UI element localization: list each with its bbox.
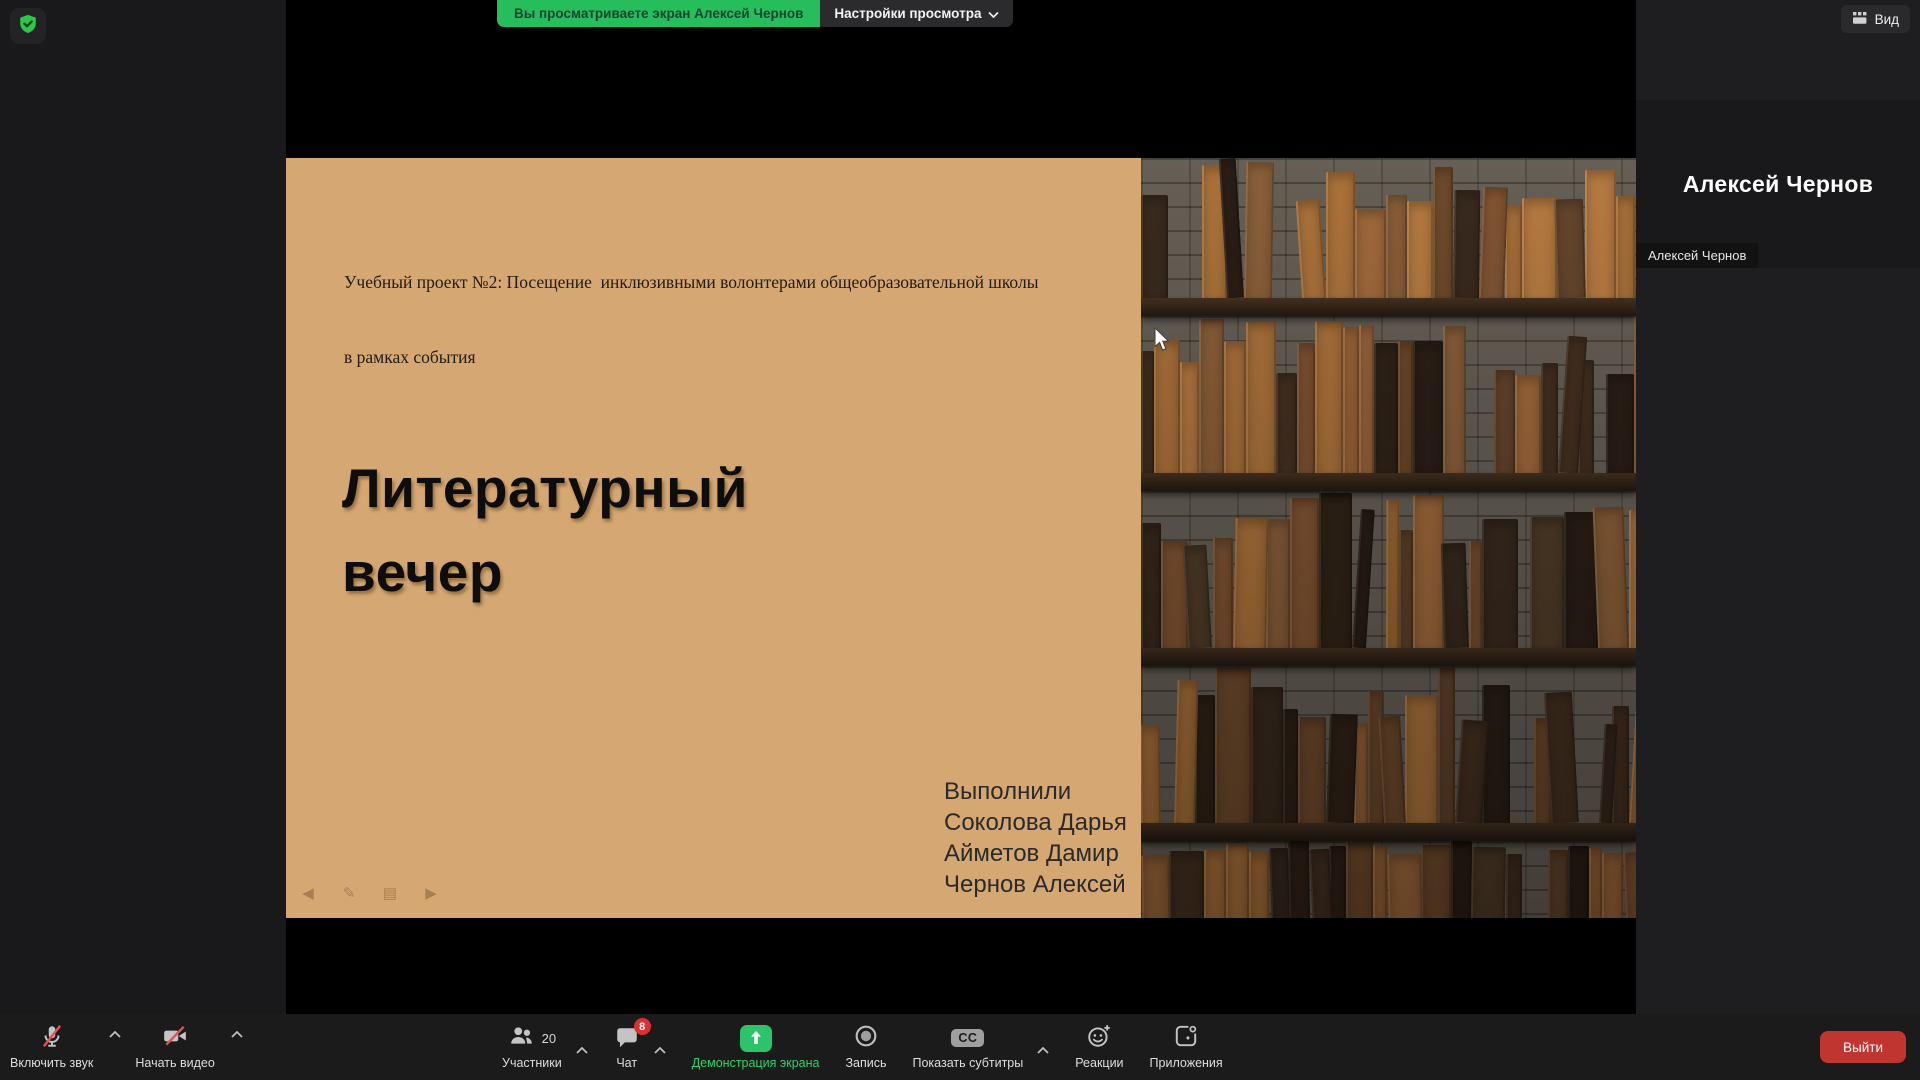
slide-subtitle-line1: Учебный проект №2: Посещение инклюзивным…: [344, 270, 1144, 295]
leave-meeting-button[interactable]: Выйти: [1820, 1031, 1906, 1063]
chat-label: Чат: [616, 1056, 637, 1070]
shared-screen-area: Учебный проект №2: Посещение инклюзивным…: [286, 0, 1636, 1014]
slide-subtitle-line2: в рамках события: [344, 345, 1144, 370]
participants-count: 20: [542, 1031, 556, 1046]
prev-slide-icon: ◀: [298, 884, 318, 902]
start-video-label: Начать видео: [135, 1056, 214, 1070]
participants-video-panel: Алексей Чернов Алексей Чернов: [1636, 0, 1920, 1014]
participant-video-tile[interactable]: Алексей Чернов Алексей Чернов: [1636, 100, 1920, 268]
share-screen-button[interactable]: Демонстрация экрана: [692, 1021, 820, 1070]
presentation-slide: Учебный проект №2: Посещение инклюзивным…: [286, 158, 1636, 918]
viewing-status: Вы просматриваете экран Алексей Чернов: [497, 0, 820, 27]
apps-icon: [1173, 1023, 1199, 1054]
zoom-meeting-window: Учебный проект №2: Посещение инклюзивным…: [0, 0, 1920, 1080]
view-options-label: Настройки просмотра: [834, 6, 981, 21]
credits-heading: Выполнили: [944, 776, 1127, 807]
credits-name-2: Айметов Дамир: [944, 838, 1127, 869]
slide-title-line2: вечер: [342, 530, 748, 614]
left-gutter: [0, 0, 286, 1014]
meeting-toolbar: Включить звук: [0, 1014, 1920, 1080]
reactions-button[interactable]: Реакции: [1075, 1021, 1123, 1070]
credits-name-1: Соколова Дарья: [944, 807, 1127, 838]
slide-credits: Выполнили Соколова Дарья Айметов Дамир Ч…: [944, 776, 1127, 900]
slide-title-line1: Литературный: [342, 446, 748, 530]
slide-subtitle: Учебный проект №2: Посещение инклюзивным…: [344, 220, 1144, 420]
reactions-label: Реакции: [1075, 1056, 1123, 1070]
participants-options-caret[interactable]: [576, 1031, 588, 1070]
unmute-button[interactable]: Включить звук: [10, 1021, 93, 1070]
chat-button[interactable]: 8 Чат: [614, 1021, 640, 1070]
apps-button[interactable]: Приложения: [1150, 1021, 1223, 1070]
chat-unread-badge: 8: [634, 1018, 651, 1035]
record-label: Запись: [845, 1056, 886, 1070]
microphone-muted-icon: [39, 1023, 65, 1054]
audio-options-caret[interactable]: [109, 1031, 121, 1038]
chat-icon: 8: [614, 1025, 640, 1051]
screen-share-banner: Вы просматриваете экран Алексей Чернов Н…: [497, 0, 1013, 27]
view-button[interactable]: Вид: [1841, 5, 1910, 33]
chat-options-caret[interactable]: [654, 1031, 666, 1070]
view-button-label: Вид: [1875, 12, 1899, 27]
record-icon: [853, 1023, 879, 1054]
captions-label: Показать субтитры: [912, 1056, 1023, 1070]
captions-button[interactable]: CC Показать субтитры: [912, 1021, 1023, 1070]
view-options-dropdown[interactable]: Настройки просмотра: [820, 0, 1013, 27]
video-options-caret[interactable]: [231, 1031, 243, 1038]
participants-button[interactable]: 20 Участники: [502, 1021, 562, 1070]
captions-options-caret[interactable]: [1037, 1031, 1049, 1070]
shield-check-icon: [17, 13, 39, 40]
reactions-smiley-icon: [1086, 1023, 1112, 1054]
camera-off-icon: [161, 1023, 189, 1054]
start-video-button[interactable]: Начать видео: [135, 1021, 214, 1070]
chevron-down-icon: [988, 6, 999, 21]
share-screen-icon: [740, 1025, 772, 1052]
participants-label: Участники: [502, 1056, 562, 1070]
participant-display-name: Алексей Чернов: [1683, 171, 1873, 198]
credits-name-3: Чернов Алексей: [944, 869, 1127, 900]
apps-label: Приложения: [1150, 1056, 1223, 1070]
record-button[interactable]: Запись: [845, 1021, 886, 1070]
notes-icon: ▤: [380, 884, 400, 902]
slide-text-panel: Учебный проект №2: Посещение инклюзивным…: [286, 158, 1141, 918]
captions-cc-icon: CC: [951, 1029, 984, 1047]
security-shield-button[interactable]: [10, 8, 46, 44]
unmute-label: Включить звук: [10, 1056, 93, 1070]
participants-icon: [508, 1023, 535, 1054]
participant-name-tag: Алексей Чернов: [1636, 243, 1758, 268]
pen-tool-icon: ✎: [339, 884, 359, 902]
slide-title: Литературный вечер: [342, 446, 748, 614]
share-screen-label: Демонстрация экрана: [692, 1056, 820, 1070]
next-slide-icon: ▶: [421, 884, 441, 902]
bookshelf-photo: [1141, 158, 1636, 918]
presenter-controls: ◀ ✎ ▤ ▶: [298, 884, 441, 902]
grid-view-icon: [1852, 11, 1868, 28]
